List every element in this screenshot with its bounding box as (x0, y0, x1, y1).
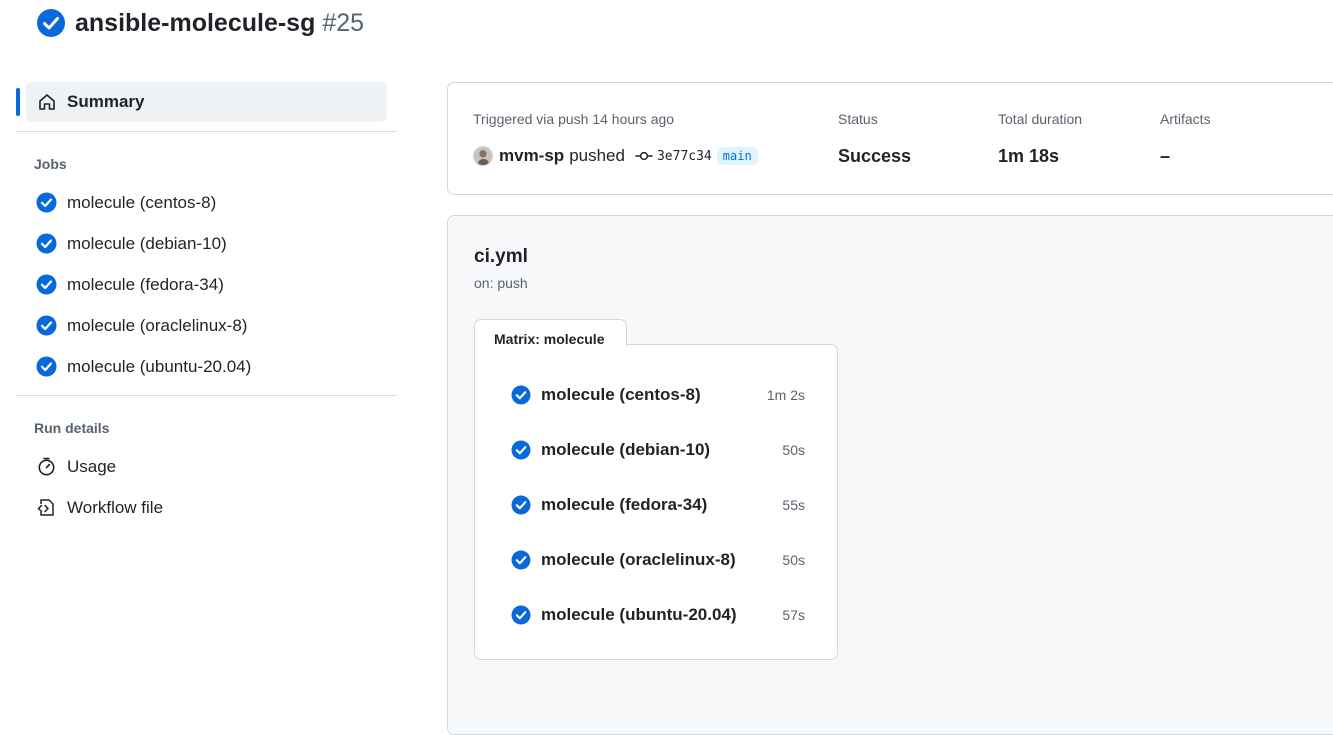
job-label: molecule (debian-10) (67, 233, 227, 253)
run-summary-card: Triggered via push 14 hours ago mvm-sp p… (447, 82, 1333, 195)
file-code-icon (37, 499, 54, 516)
success-check-icon (37, 9, 65, 37)
run-title: ansible-molecule-sg (75, 8, 316, 37)
job-label: molecule (oraclelinux-8) (67, 315, 248, 335)
run-header: ansible-molecule-sg #25 (36, 6, 364, 40)
artifacts-column: Artifacts – (1160, 111, 1211, 169)
status-value: Success (838, 145, 912, 166)
commit-sha-link[interactable]: 3e77c34 (657, 149, 712, 164)
trigger-label: Triggered via push 14 hours ago (473, 111, 675, 127)
sidebar-item-summary[interactable]: Summary (16, 82, 387, 122)
success-check-icon (36, 274, 57, 295)
matrix-job-item[interactable]: molecule (debian-10) 50s (511, 438, 805, 462)
sidebar-job-item[interactable]: molecule (centos-8) (16, 182, 397, 223)
matrix-job-duration: 55s (782, 497, 805, 513)
duration-value: 1m 18s (998, 145, 1060, 166)
matrix-job-name: molecule (oraclelinux-8) (541, 550, 736, 569)
artifacts-value: – (1160, 145, 1171, 166)
branch-badge[interactable]: main (716, 147, 758, 165)
divider (16, 395, 397, 396)
divider (16, 131, 397, 132)
sidebar-job-item[interactable]: molecule (ubuntu-20.04) (16, 346, 397, 387)
matrix-job-duration: 50s (782, 552, 805, 568)
duration-label: Total duration (998, 111, 1083, 127)
matrix-job-item[interactable]: molecule (fedora-34) 55s (511, 493, 805, 517)
actor-link[interactable]: mvm-sp (499, 146, 564, 166)
run-details-heading: Run details (34, 420, 110, 436)
matrix-job-item[interactable]: molecule (ubuntu-20.04) 57s (511, 603, 805, 627)
workflow-trigger: on: push (474, 275, 528, 291)
jobs-heading: Jobs (34, 156, 67, 172)
matrix-job-duration: 1m 2s (766, 387, 805, 403)
status-label: Status (838, 111, 878, 127)
matrix-job-name: molecule (debian-10) (541, 440, 711, 459)
sidebar-item-usage[interactable]: Usage (16, 446, 397, 487)
success-check-icon (36, 315, 57, 336)
matrix-job-duration: 57s (782, 607, 805, 623)
sidebar-item-label: Summary (67, 92, 145, 111)
success-check-icon (511, 550, 531, 570)
success-check-icon (36, 233, 57, 254)
sidebar-job-item[interactable]: molecule (debian-10) (16, 223, 397, 264)
success-check-icon (511, 605, 531, 625)
matrix-job-name: molecule (fedora-34) (541, 495, 708, 514)
success-check-icon (511, 385, 531, 405)
artifacts-label: Artifacts (1160, 111, 1211, 127)
job-list: molecule (centos-8) molecule (debian-10)… (16, 182, 397, 387)
matrix-tab: Matrix: molecule (474, 319, 627, 347)
stopwatch-icon (38, 457, 55, 476)
workflow-file-label: Workflow file (67, 497, 164, 517)
success-check-icon (36, 192, 57, 213)
job-label: molecule (centos-8) (67, 192, 217, 212)
success-check-icon (36, 356, 57, 377)
job-label: molecule (fedora-34) (67, 274, 224, 294)
home-icon (39, 94, 55, 110)
workflow-graph-panel: ci.yml on: push Matrix: molecule molecul… (447, 215, 1333, 735)
sidebar-item-workflow-file[interactable]: Workflow file (16, 487, 397, 528)
job-label: molecule (ubuntu-20.04) (67, 356, 252, 376)
trigger-value: mvm-sp pushed 3e77c34 main (473, 143, 758, 169)
sidebar: Summary Jobs molecule (centos-8) molecul… (16, 82, 397, 528)
sidebar-job-item[interactable]: molecule (fedora-34) (16, 264, 397, 305)
action-text: pushed (569, 146, 625, 165)
workflow-file-title[interactable]: ci.yml (474, 246, 528, 268)
matrix-job-group: molecule (centos-8) 1m 2s molecule (debi… (474, 344, 838, 660)
duration-column: Total duration 1m 18s (998, 111, 1082, 169)
git-commit-icon (635, 151, 653, 161)
status-column: Status Success (838, 111, 911, 169)
matrix-job-item[interactable]: molecule (centos-8) 1m 2s (511, 383, 805, 407)
matrix-job-name: molecule (ubuntu-20.04) (541, 605, 737, 624)
matrix-job-duration: 50s (782, 442, 805, 458)
success-check-icon (511, 440, 531, 460)
matrix-job-item[interactable]: molecule (oraclelinux-8) 50s (511, 548, 805, 572)
matrix-job-name: molecule (centos-8) (541, 385, 701, 404)
usage-label: Usage (67, 456, 117, 476)
trigger-column: Triggered via push 14 hours ago mvm-sp p… (473, 111, 758, 169)
run-number: #25 (322, 8, 365, 37)
sidebar-job-item[interactable]: molecule (oraclelinux-8) (16, 305, 397, 346)
avatar[interactable] (473, 146, 493, 166)
active-indicator (16, 88, 20, 116)
success-check-icon (511, 495, 531, 515)
